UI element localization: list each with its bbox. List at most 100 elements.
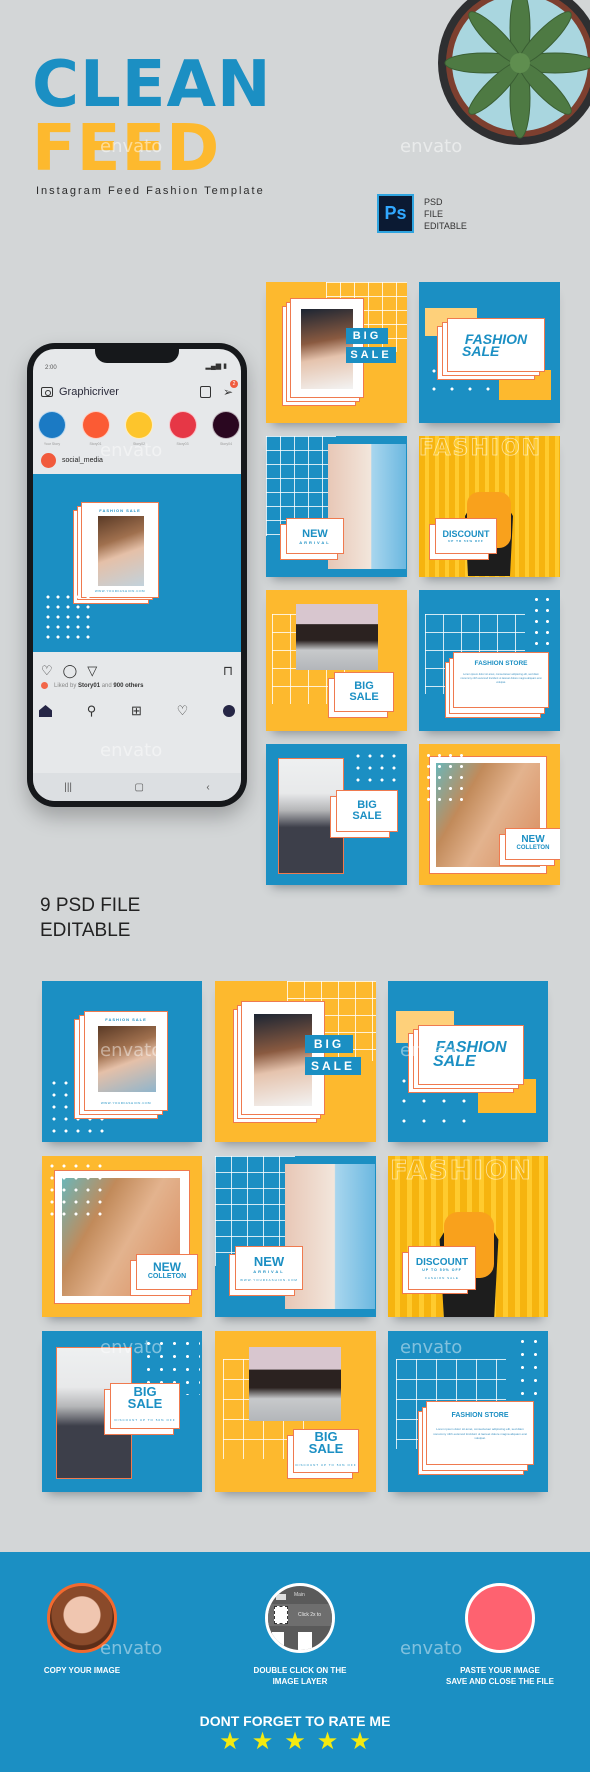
post-card: FASHION SALE WWW.YOURFASHION.COM [84, 1011, 168, 1111]
direct-message-icon[interactable]: ➢ 2 [223, 380, 238, 399]
story-item[interactable]: Story03 [168, 411, 198, 446]
feed-tile-new-arrival[interactable]: FASHION NEW ARRIVAL [266, 436, 407, 577]
label-box: NEW ARRIVAL [286, 518, 344, 554]
feed-tile-fashion-sale[interactable]: FASHION SALE [419, 282, 560, 423]
grid-tile-new-arrival[interactable]: FASHION NEW ARRIVAL WWW.YOURFASHION.COM [215, 1156, 376, 1317]
star-icon[interactable]: ★ [349, 1730, 371, 1754]
signal-battery-icon: ▂▄▆ ▮ [205, 363, 227, 370]
recent-apps-icon[interactable]: ||| [64, 782, 72, 793]
smart-object-icon [274, 1606, 288, 1624]
step-double-click: Main Click 2x to DOUBLE CLICK ON THE IMA… [220, 1583, 380, 1687]
label-url: DISCOUNT UP TO 50% OFF [295, 1463, 357, 1467]
activity-heart-icon[interactable]: ♡ [177, 703, 189, 719]
label-title: FASHION STORE [474, 660, 528, 667]
grid-tile-fashion-sale-card[interactable]: FASHION SALE WWW.YOURFASHION.COM [42, 981, 202, 1142]
watermark: envato [100, 136, 163, 157]
model-photo [98, 516, 144, 586]
dot-pattern [516, 1335, 546, 1395]
liked-user[interactable]: Story01 [78, 683, 100, 689]
label-title: NEW [153, 1260, 181, 1274]
add-post-icon[interactable]: ⊞ [131, 703, 142, 719]
story-item[interactable]: Your Story [37, 411, 67, 446]
feed-tile-new-colleton[interactable]: NEW COLLETON [419, 744, 560, 885]
label-title: NEW [521, 834, 545, 845]
label-box: BIG SALE [336, 790, 398, 832]
label-box: FASHION STORE Lorem ipsum dolor sit amet… [426, 1401, 534, 1465]
step-label-line2: IMAGE LAYER [272, 1677, 328, 1686]
card-url: WWW.YOURFASHION.COM [94, 589, 146, 593]
sale-tag: SALE [305, 1057, 361, 1075]
story-item[interactable]: Story04 [211, 411, 241, 446]
feed-tile-big-sale-2[interactable]: BIG SALE [266, 590, 407, 731]
liked-count[interactable]: 900 others [113, 683, 143, 689]
camera-icon[interactable] [41, 387, 53, 397]
story-avatar [81, 411, 110, 439]
phone-notch [95, 349, 179, 363]
post-image[interactable]: FASHION SALE WWW.YOURFASHION.COM [33, 474, 241, 652]
watermark: envato [400, 1638, 463, 1659]
star-icon[interactable]: ★ [252, 1730, 274, 1754]
label-box: BIG SALE [334, 672, 394, 712]
instagram-header: Graphicriver ➢ 2 [41, 380, 238, 402]
star-icon[interactable]: ★ [284, 1730, 306, 1754]
dot-pattern [531, 594, 557, 648]
card-title: FASHION SALE [105, 1017, 147, 1022]
label-title: SALE [308, 1441, 344, 1456]
star-rating[interactable]: ★ ★ ★ ★ ★ [0, 1730, 590, 1754]
layer-thumb [272, 1632, 284, 1650]
step-copy-image: COPY YOUR IMAGE [32, 1583, 132, 1676]
label-body: Lorem ipsum dolor sit amet, consectetuer… [433, 1427, 527, 1440]
watermark: envato [100, 440, 163, 461]
label-url: WWW.YOURFASHION.COM [240, 1278, 298, 1282]
notification-badge: 2 [230, 380, 238, 388]
step-paste-image: PASTE YOUR IMAGE SAVE AND CLOSE THE FILE [430, 1583, 570, 1687]
share-icon[interactable]: ▽ [87, 663, 97, 679]
heart-icon[interactable]: ♡ [41, 663, 53, 679]
feed-tile-discount[interactable]: FASHION DISCOUNT UP TO 50% OFF [419, 436, 560, 577]
psd-count-line2: EDITABLE [40, 920, 131, 941]
label-title: SALE [462, 343, 500, 359]
label-box: DISCOUNT UP TO 50% OFF FASHION SALE [408, 1246, 476, 1290]
star-icon[interactable]: ★ [317, 1730, 339, 1754]
grid-tile-fashion-sale[interactable]: FASHION SALE [388, 981, 548, 1142]
step-label-line1: DOUBLE CLICK ON THE [253, 1666, 347, 1675]
grid-tile-big-sale-bob[interactable]: BIG SALE DISCOUNT UP TO 50% OFF [215, 1331, 376, 1492]
watermark: envato [400, 1337, 463, 1358]
bookmark-icon[interactable]: ⊓ [223, 663, 233, 679]
layer-text: Click 2x to [298, 1612, 322, 1618]
home-button-icon[interactable]: ▢ [135, 782, 144, 793]
grid-tile-big-sale[interactable]: BIG SALE [215, 981, 376, 1142]
grid-tile-discount[interactable]: FASHION DISCOUNT UP TO 50% OFF FASHION S… [388, 1156, 548, 1317]
post-avatar[interactable] [41, 453, 56, 468]
label-subtitle: UP TO 50% OFF [422, 1267, 462, 1272]
comment-icon[interactable]: ◯ [63, 663, 78, 679]
card-url: WWW.YOURFASHION.COM [100, 1101, 152, 1105]
igtv-icon[interactable] [199, 386, 211, 398]
pink-placeholder-circle [465, 1583, 535, 1653]
psd-line: PSD [424, 197, 443, 207]
label-url: FASHION SALE [425, 1275, 459, 1280]
profile-icon[interactable] [222, 705, 235, 717]
label-body: Lorem ipsum dolor sit amet, consectetuer… [460, 673, 542, 684]
label-box: BIG SALE DISCOUNT UP TO 50% OFF [293, 1429, 359, 1473]
story-avatar [38, 411, 66, 439]
label-box: NEW ARRIVAL WWW.YOURFASHION.COM [235, 1246, 303, 1290]
dot-pattern [46, 1160, 102, 1220]
phone-screen: 2:00 ▂▄▆ ▮ Graphicriver ➢ 2 Your Story St… [33, 349, 241, 801]
back-icon[interactable]: ‹ [206, 782, 209, 793]
feed-tile-big-sale-3[interactable]: BIG SALE [266, 744, 407, 885]
rate-title: DONT FORGET TO RATE ME [199, 1713, 391, 1729]
editable-line: EDITABLE [424, 221, 467, 231]
post-username[interactable]: social_media [62, 457, 103, 464]
phone-mockup: 2:00 ▂▄▆ ▮ Graphicriver ➢ 2 Your Story St… [27, 343, 247, 807]
star-icon[interactable]: ★ [219, 1730, 241, 1754]
app-title: Graphicriver [59, 386, 119, 398]
grid-tile-new-colleton[interactable]: NEW COLLETON [42, 1156, 202, 1317]
feed-tile-fashion-store[interactable]: FASHION STORE Lorem ipsum dolor sit amet… [419, 590, 560, 731]
search-icon[interactable]: ⚲ [87, 703, 97, 719]
home-icon[interactable] [39, 705, 52, 717]
label-url: DISCOUNT UP TO 50% OFF [114, 1418, 176, 1422]
feed-tile-big-sale[interactable]: BIG SALE [266, 282, 407, 423]
dot-pattern [43, 592, 91, 640]
fashion-outline-text: FASHION [419, 436, 543, 461]
